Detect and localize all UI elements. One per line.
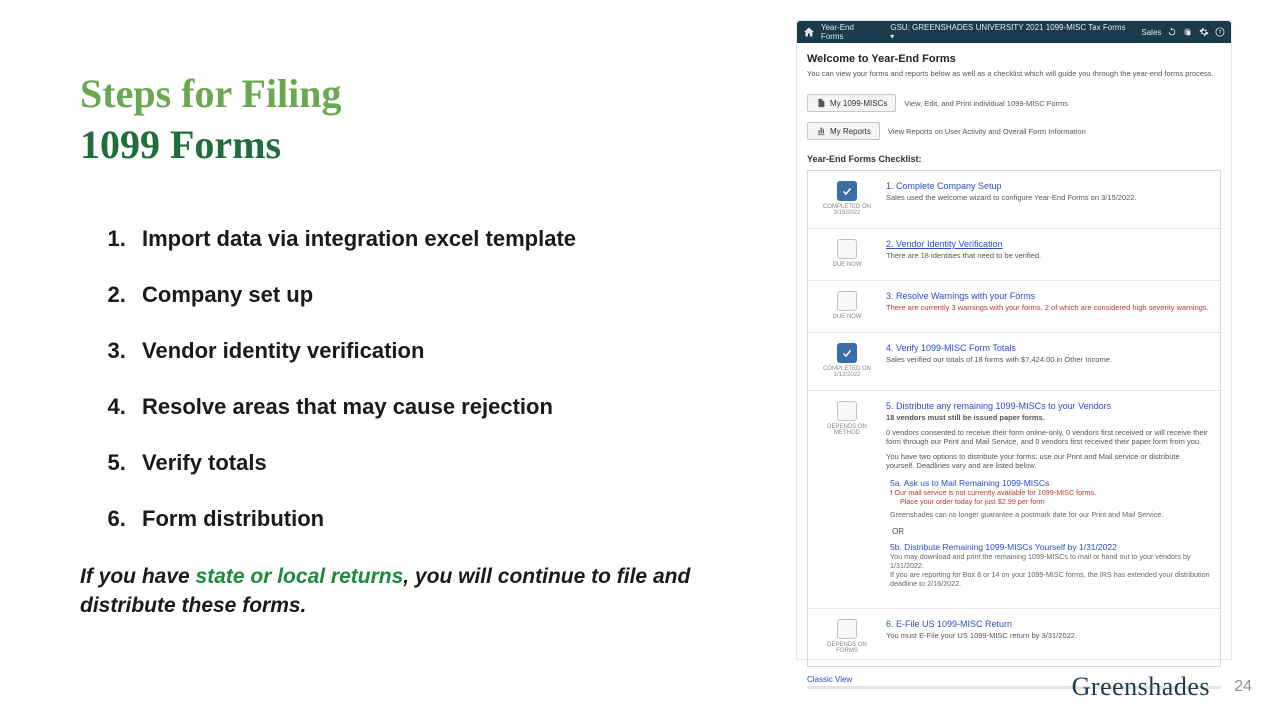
item-5a-red2: Place your order today for just $2.99 pe…: [890, 497, 1210, 506]
checklist-item-6: DEPENDS ON FORMS 6. E-File US 1099-MISC …: [808, 609, 1220, 666]
item-2-desc: There are 18 identities that need to be …: [886, 251, 1210, 260]
checklist-item-2: DUE NOW 2. Vendor Identity Verification …: [808, 229, 1220, 281]
status-3: DUE NOW: [818, 314, 876, 320]
check-pending-icon: [837, 239, 857, 259]
item-1-link[interactable]: 1. Complete Company Setup: [886, 181, 1210, 191]
or-label: OR: [892, 527, 1210, 536]
checklist-item-5: DEPENDS ON METHOD 5. Distribute any rema…: [808, 391, 1220, 609]
screenshot-panel: Year-End Forms GSU: GREENSHADES UNIVERSI…: [796, 20, 1232, 660]
step-4: Resolve areas that may cause rejection: [132, 394, 720, 420]
report-icon: [816, 126, 826, 136]
step-3: Vendor identity verification: [132, 338, 720, 364]
breadcrumb[interactable]: Year-End Forms: [821, 23, 878, 41]
title-line1: Steps for Filing: [80, 70, 720, 117]
copy-icon[interactable]: [1183, 27, 1193, 37]
item-1-desc: Sales used the welcome wizard to configu…: [886, 193, 1210, 202]
home-icon[interactable]: [803, 26, 815, 38]
check-done-icon: [837, 181, 857, 201]
item-5a-red1: Our mail service is not currently availa…: [894, 488, 1096, 497]
steps-list: Import data via integration excel templa…: [80, 226, 720, 532]
my-1099-label: My 1099-MISCs: [830, 99, 887, 108]
my-reports-desc: View Reports on User Activity and Overal…: [888, 127, 1086, 136]
topbar: Year-End Forms GSU: GREENSHADES UNIVERSI…: [797, 21, 1231, 43]
item-6-desc: You must E-File your US 1099-MISC return…: [886, 631, 1210, 640]
checklist-item-4: COMPLETED ON 1/12/2022 4. Verify 1099-MI…: [808, 333, 1220, 391]
item-5b-sm2: If you are reporting for Box 8 or 14 on …: [890, 570, 1210, 588]
step-1: Import data via integration excel templa…: [132, 226, 720, 252]
item-5a-sm: Greenshades can no longer guarantee a po…: [890, 510, 1210, 519]
page-number: 24: [1234, 678, 1252, 696]
status-2: DUE NOW: [818, 262, 876, 268]
warning-icon: !: [890, 488, 892, 497]
note-highlight: state or local returns: [196, 565, 404, 588]
step-6: Form distribution: [132, 506, 720, 532]
check-pending-icon: [837, 619, 857, 639]
status-5: DEPENDS ON METHOD: [818, 424, 876, 436]
my-reports-button[interactable]: My Reports: [807, 122, 880, 140]
gear-icon[interactable]: [1199, 27, 1209, 37]
topbar-user: Sales: [1141, 28, 1161, 37]
status-4: COMPLETED ON 1/12/2022: [818, 366, 876, 378]
item-2-link[interactable]: 2. Vendor Identity Verification: [886, 239, 1210, 249]
welcome-sub: You can view your forms and reports belo…: [807, 69, 1221, 78]
step-2: Company set up: [132, 282, 720, 308]
item-5-desc1: 0 vendors consented to receive their for…: [886, 428, 1210, 446]
item-4-link[interactable]: 4. Verify 1099-MISC Form Totals: [886, 343, 1210, 353]
item-5-link[interactable]: 5. Distribute any remaining 1099-MISCs t…: [886, 401, 1210, 411]
item-6-link[interactable]: 6. E-File US 1099-MISC Return: [886, 619, 1210, 629]
checklist: COMPLETED ON 3/15/2022 1. Complete Compa…: [807, 170, 1221, 667]
check-done-icon: [837, 343, 857, 363]
topbar-center[interactable]: GSU: GREENSHADES UNIVERSITY 2021 1099-MI…: [890, 23, 1129, 41]
checklist-item-1: COMPLETED ON 3/15/2022 1. Complete Compa…: [808, 171, 1220, 229]
welcome-heading: Welcome to Year-End Forms: [807, 53, 1221, 65]
check-pending-icon: [837, 291, 857, 311]
item-5b-sm1: You may download and print the remaining…: [890, 552, 1210, 570]
item-4-desc: Sales verified our totals of 18 forms wi…: [886, 355, 1210, 364]
help-icon[interactable]: ?: [1215, 27, 1225, 37]
item-5-bold: 18 vendors must still be issued paper fo…: [886, 413, 1210, 422]
note-prefix: If you have: [80, 565, 196, 588]
welcome-section: Welcome to Year-End Forms You can view y…: [797, 43, 1231, 84]
item-3-desc: There are currently 3 warnings with your…: [886, 303, 1210, 312]
item-5a-link[interactable]: 5a. Ask us to Mail Remaining 1099-MISCs: [890, 478, 1210, 488]
check-pending-icon: [837, 401, 857, 421]
brand-logo: Greenshades: [1072, 672, 1210, 702]
refresh-icon[interactable]: [1167, 27, 1177, 37]
title-line2: 1099 Forms: [80, 121, 720, 168]
svg-text:?: ?: [1218, 30, 1221, 36]
note: If you have state or local returns, you …: [80, 562, 720, 621]
my-1099-desc: View, Edit, and Print individual 1099-MI…: [904, 99, 1068, 108]
my-1099-button[interactable]: My 1099-MISCs: [807, 94, 896, 112]
my-reports-label: My Reports: [830, 127, 871, 136]
classic-view-link[interactable]: Classic View: [807, 675, 852, 684]
item-5b-link[interactable]: 5b. Distribute Remaining 1099-MISCs Your…: [890, 542, 1210, 552]
item-5-desc2: You have two options to distribute your …: [886, 452, 1210, 470]
checklist-item-3: DUE NOW 3. Resolve Warnings with your Fo…: [808, 281, 1220, 333]
item-3-link[interactable]: 3. Resolve Warnings with your Forms: [886, 291, 1210, 301]
step-5: Verify totals: [132, 450, 720, 476]
status-6: DEPENDS ON FORMS: [818, 642, 876, 654]
document-icon: [816, 98, 826, 108]
status-1: COMPLETED ON 3/15/2022: [818, 204, 876, 216]
checklist-title: Year-End Forms Checklist:: [807, 154, 1231, 164]
